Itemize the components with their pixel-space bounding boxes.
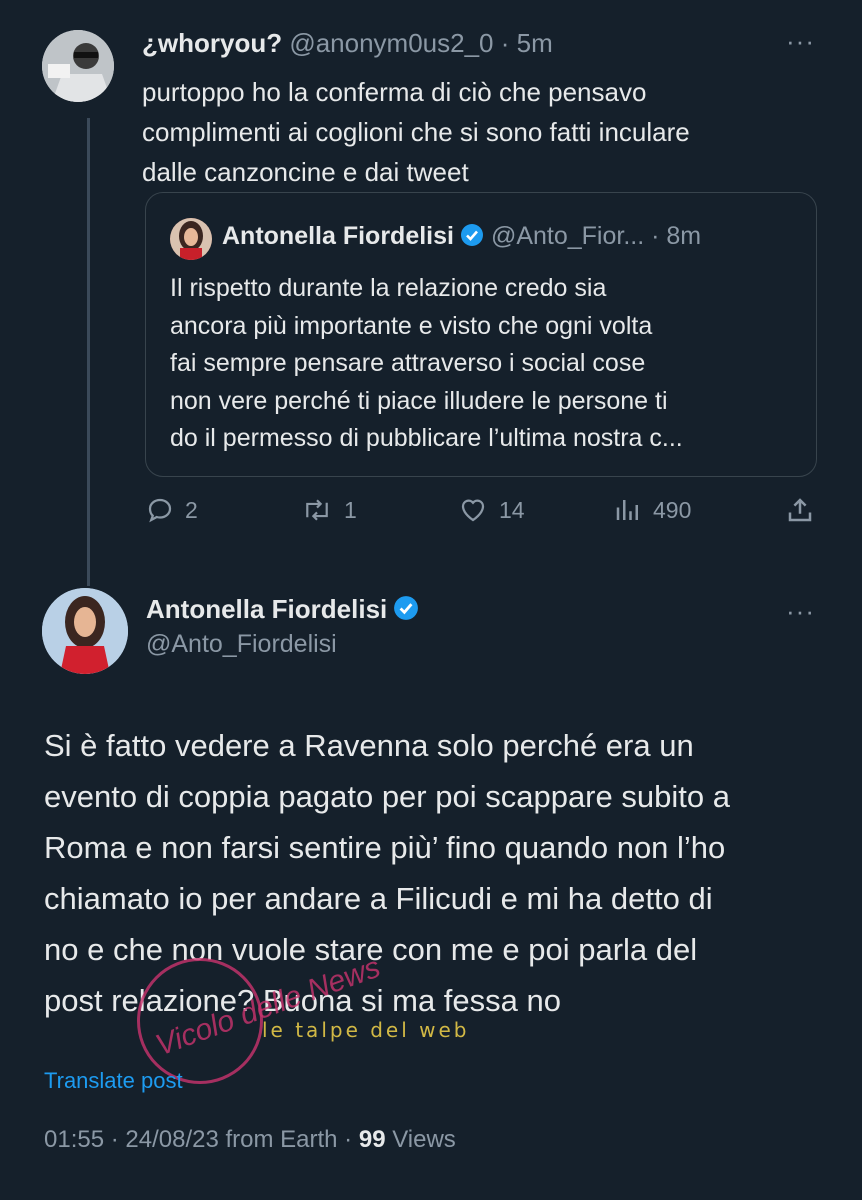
tweet-meta: 01:55 · 24/08/23 from Earth · 99 Views	[44, 1126, 456, 1154]
tweet-header: Antonella Fiordelisi	[146, 594, 419, 625]
avatar[interactable]	[42, 30, 114, 102]
tweet-text-line: no e che non vuole stare con me e poi pa…	[44, 932, 698, 967]
tweet-text-line: Roma e non farsi sentire più’ fino quand…	[44, 830, 726, 865]
watermark-text: le talpe del web	[262, 1018, 470, 1042]
views-icon	[616, 500, 638, 520]
quoted-text-line: ancora più importante e visto che ogni v…	[170, 311, 653, 340]
quoted-text: Il rispetto durante la relazione credo s…	[170, 270, 800, 458]
retweet-icon	[306, 499, 328, 521]
avatar-image	[42, 588, 128, 674]
more-options-icon[interactable]: ···	[786, 596, 815, 627]
views-number: 99	[358, 1126, 386, 1153]
display-name[interactable]: ¿whoryou?	[142, 28, 282, 58]
like-count: 14	[499, 496, 525, 523]
reply-count: 2	[185, 496, 198, 523]
quoted-display-name: Antonella Fiordelisi	[222, 222, 454, 250]
like-button[interactable]: 14	[457, 495, 525, 525]
verified-badge-icon	[394, 596, 419, 620]
handle[interactable]: @Anto_Fiordelisi	[146, 630, 337, 659]
tweet-text-line: Si è fatto vedere a Ravenna solo perché …	[44, 728, 694, 763]
quoted-text-line: do il permesso di pubblicare l’ultima no…	[170, 424, 683, 452]
display-name[interactable]: Antonella Fiordelisi	[146, 594, 387, 624]
views-count: 490	[653, 496, 692, 523]
handle[interactable]: @anonym0us2_0	[289, 28, 493, 58]
views-button[interactable]: 490	[613, 495, 691, 525]
reply-button[interactable]: 2	[145, 495, 198, 525]
views-label: Views	[392, 1126, 456, 1153]
more-options-icon[interactable]: ···	[786, 26, 815, 57]
avatar-image	[42, 30, 114, 102]
tweet-text-line: complimenti ai coglioni che si sono fatt…	[142, 117, 690, 147]
retweet-count: 1	[344, 496, 357, 523]
share-icon	[788, 498, 812, 522]
quoted-text-line: Il rispetto durante la relazione credo s…	[170, 274, 607, 302]
heart-icon	[461, 499, 485, 522]
tweet-text-line: evento di coppia pagato per poi scappare…	[44, 779, 730, 814]
avatar[interactable]	[42, 588, 128, 674]
reply-icon	[148, 498, 172, 523]
quoted-handle: @Anto_Fior...	[490, 222, 645, 250]
translate-link[interactable]: Translate post	[44, 1068, 183, 1094]
tweet-text-line: chiamato io per andare a Filicudi e mi h…	[44, 881, 713, 916]
quoted-text-line: fai sempre pensare attraverso i social c…	[170, 349, 646, 377]
tweet-text-line: dalle canzoncine e dai tweet	[142, 157, 469, 187]
tweet-text-line: purtoppo ho la conferma di ciò che pensa…	[142, 77, 647, 107]
quoted-avatar	[170, 218, 212, 260]
action-bar: 2 1 14 490	[145, 495, 825, 535]
thread-line	[87, 118, 90, 586]
quoted-avatar-image	[170, 218, 212, 260]
quoted-timestamp: 8m	[666, 222, 702, 250]
share-button[interactable]	[785, 495, 825, 525]
quoted-header: Antonella Fiordelisi @Anto_Fior... · 8m	[222, 222, 702, 250]
retweet-button[interactable]: 1	[300, 495, 357, 525]
tweet-text: purtoppo ho la conferma di ciò che pensa…	[142, 72, 822, 192]
tweet-timestamp[interactable]: 01:55 · 24/08/23 from Earth ·	[44, 1126, 352, 1153]
verified-badge-icon	[460, 224, 483, 246]
timestamp[interactable]: 5m	[517, 28, 553, 58]
tweet-header: ¿whoryou? @anonym0us2_0 · 5m	[142, 28, 553, 58]
quoted-text-line: non vere perché ti piace illudere le per…	[170, 386, 668, 415]
